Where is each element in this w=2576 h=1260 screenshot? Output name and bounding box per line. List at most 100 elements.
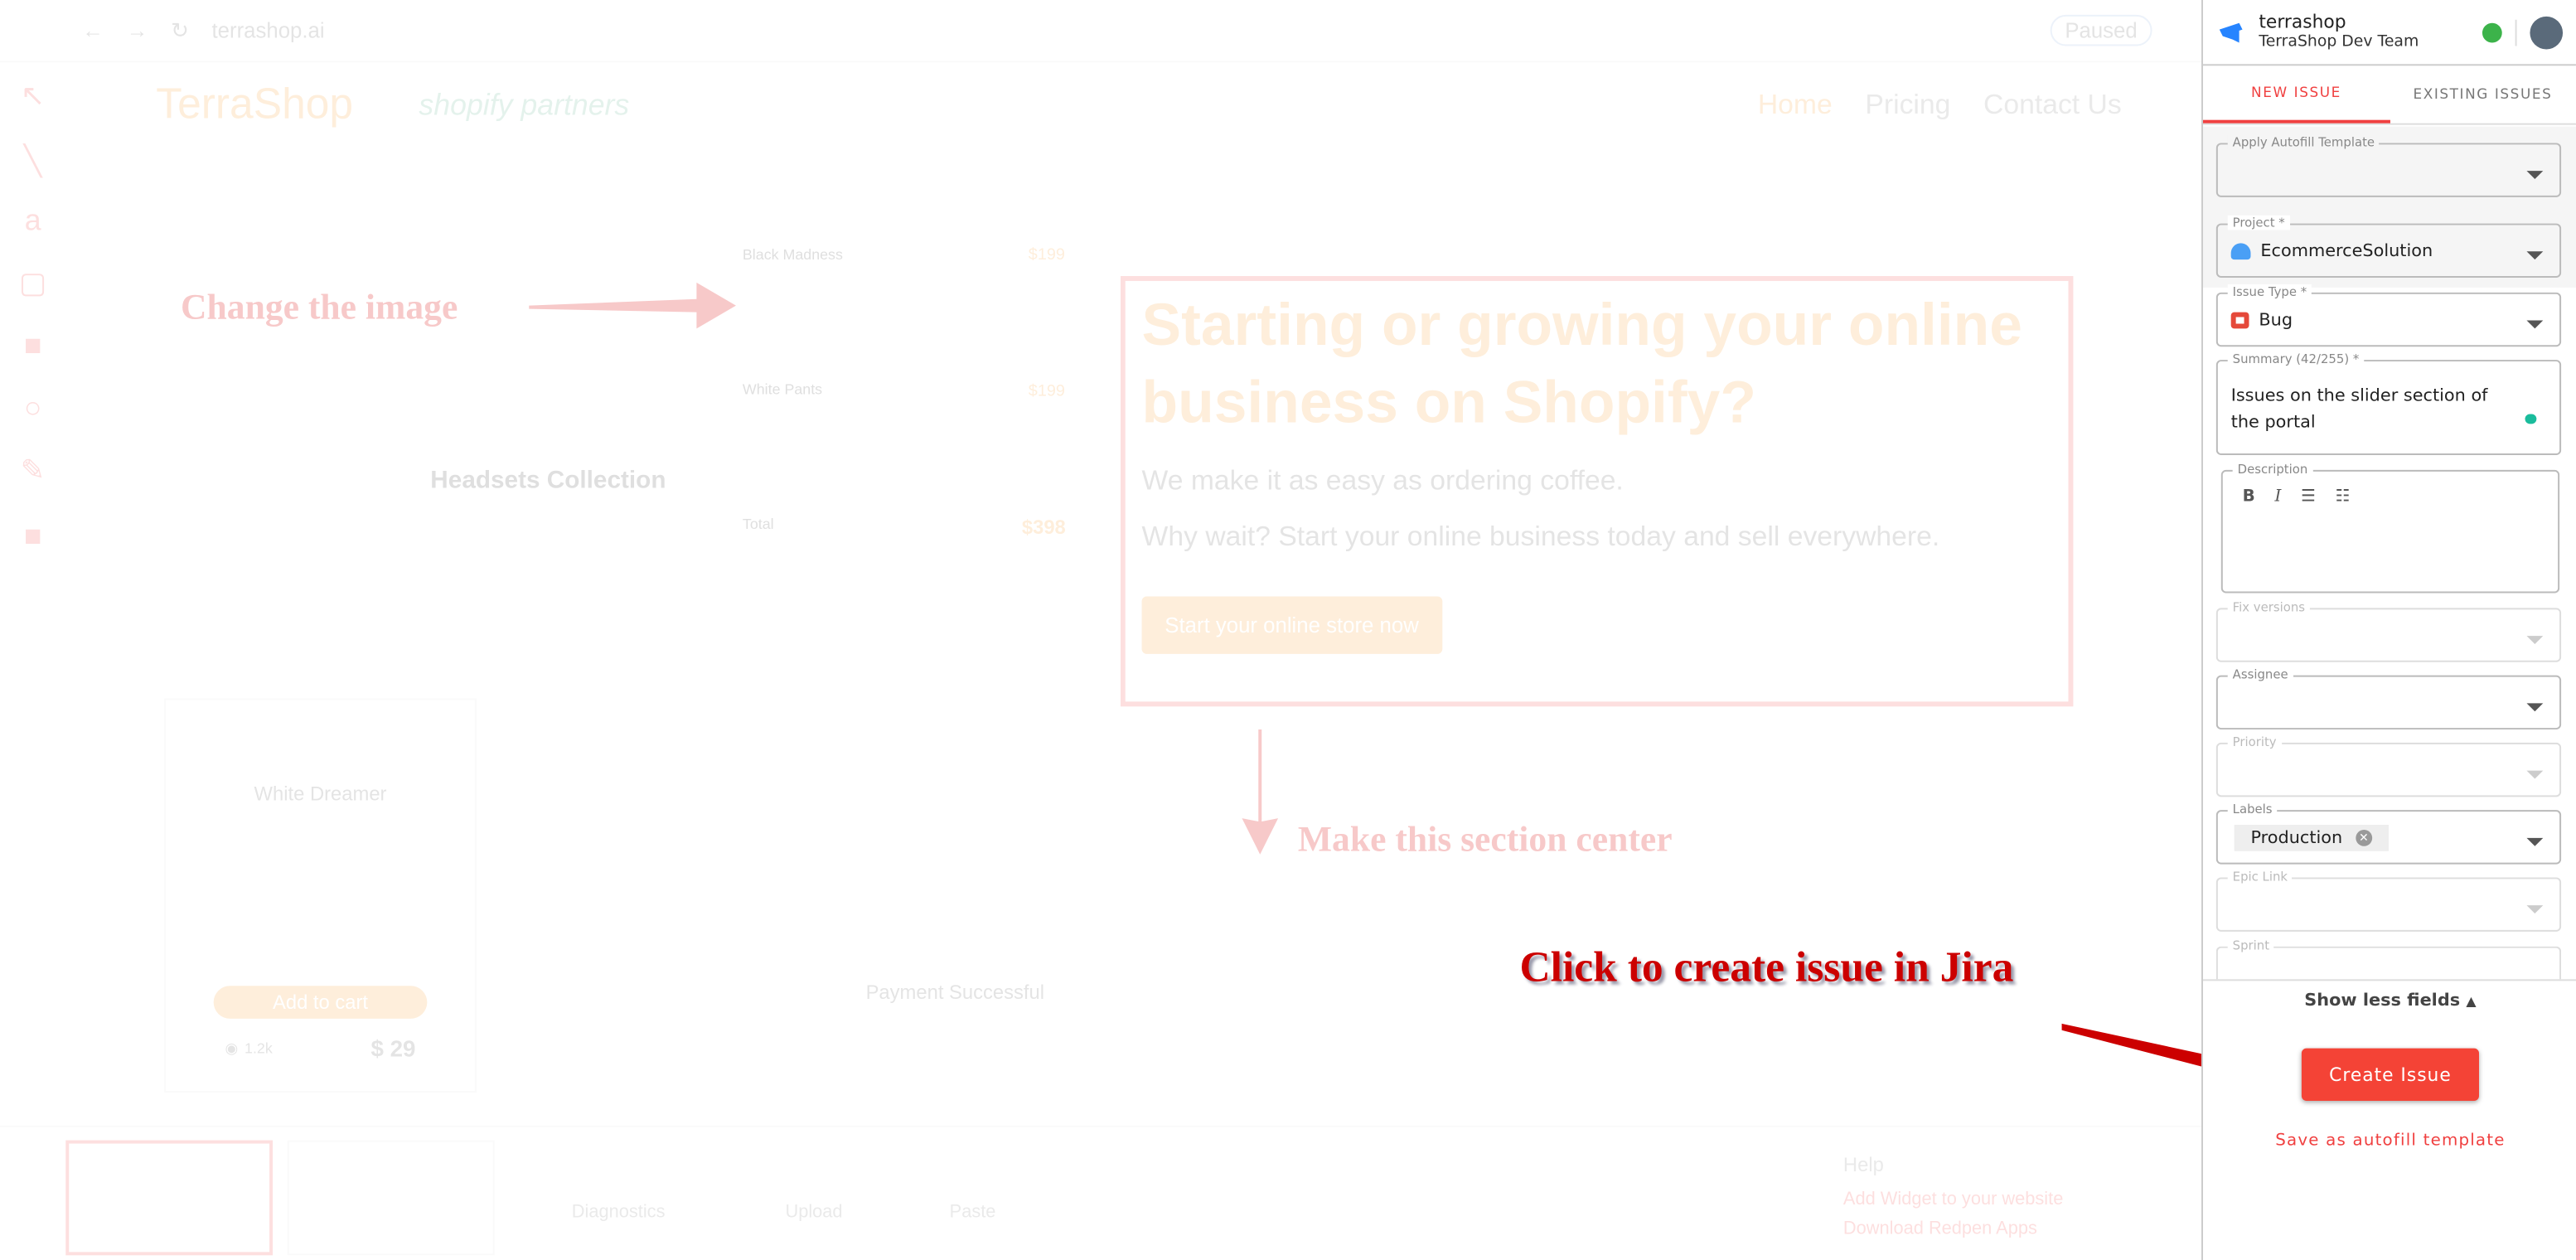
cart-item-price: $199 bbox=[1028, 382, 1065, 401]
project-icon bbox=[2230, 242, 2251, 259]
profile-button[interactable]: Paused bbox=[2050, 14, 2152, 46]
line-tool-icon[interactable]: ╲ bbox=[13, 144, 53, 184]
eye-icon: ◉ bbox=[225, 1039, 239, 1056]
screenshot-thumbnail[interactable] bbox=[287, 1140, 495, 1256]
chevron-down-icon bbox=[2526, 769, 2544, 778]
field-label: Issue Type * bbox=[2227, 284, 2312, 299]
field-label: Project * bbox=[2227, 215, 2290, 230]
issue-type-select[interactable]: Issue Type * Bug bbox=[2215, 284, 2562, 347]
terrashop-logo: TerraShop bbox=[156, 79, 354, 128]
chevron-down-icon bbox=[2526, 319, 2544, 328]
forward-icon[interactable]: → bbox=[127, 18, 148, 43]
epic-link-select[interactable]: Epic Link bbox=[2215, 869, 2562, 932]
card-price: $ 29 bbox=[370, 1035, 416, 1062]
priority-select[interactable]: Priority bbox=[2215, 734, 2562, 797]
labels-select[interactable]: Labels Production ✕ bbox=[2215, 802, 2562, 865]
tab-new-issue[interactable]: NEW ISSUE bbox=[2202, 65, 2390, 124]
color-picker[interactable]: ■ bbox=[13, 519, 53, 559]
paste-button[interactable]: Paste bbox=[950, 1203, 996, 1223]
annotation-arrow bbox=[1242, 729, 1279, 855]
nav-pricing[interactable]: Pricing bbox=[1865, 89, 1950, 120]
screenshot-thumbnail[interactable] bbox=[65, 1140, 274, 1256]
annotation-arrow bbox=[529, 282, 736, 329]
workspace-name: terrashop bbox=[2259, 11, 2346, 33]
field-label: Epic Link bbox=[2227, 869, 2293, 884]
annotation-change-image: Change the image bbox=[181, 285, 458, 327]
save-autofill-template-link[interactable]: Save as autofill template bbox=[2203, 1132, 2576, 1151]
label-chip-text: Production bbox=[2250, 826, 2343, 847]
assignee-select[interactable]: Assignee bbox=[2215, 666, 2562, 730]
diagnostics-button[interactable]: Diagnostics bbox=[572, 1203, 666, 1223]
url-bar[interactable]: terrashop.ai bbox=[212, 18, 325, 43]
description-editor[interactable]: Description B I ☰ ☷ bbox=[2220, 461, 2560, 594]
team-name: TerraShop Dev Team bbox=[2259, 33, 2419, 52]
cart-total-label: Total bbox=[742, 516, 774, 533]
browser-toolbar: ← → ↻ terrashop.ai Paused bbox=[0, 0, 2202, 63]
bug-icon bbox=[2230, 311, 2249, 328]
avatar[interactable] bbox=[2530, 15, 2564, 49]
sprint-select[interactable]: Sprint bbox=[2215, 938, 2562, 980]
chevron-down-icon bbox=[2526, 836, 2544, 846]
field-label: Assignee bbox=[2227, 666, 2293, 682]
grammar-indicator-icon bbox=[2525, 414, 2537, 424]
reload-icon[interactable]: ↻ bbox=[171, 17, 189, 44]
project-select[interactable]: Project * EcommerceSolution bbox=[2215, 215, 2562, 278]
fill-rect-tool-icon[interactable]: ■ bbox=[13, 328, 53, 368]
collection-title: Headsets Collection bbox=[430, 466, 666, 495]
project-value: EcommerceSolution bbox=[2260, 240, 2433, 261]
field-label: Description bbox=[2232, 461, 2313, 477]
help-link[interactable]: Download Redpen Apps bbox=[1843, 1219, 2037, 1239]
tab-existing-issues[interactable]: EXISTING ISSUES bbox=[2390, 65, 2576, 123]
create-issue-button[interactable]: Create Issue bbox=[2301, 1048, 2479, 1102]
bullet-list-icon[interactable]: ☰ bbox=[2301, 488, 2316, 506]
card-views: ◉ 1.2k bbox=[225, 1040, 273, 1058]
jira-logo-icon bbox=[2219, 22, 2243, 42]
caret-up-icon: ▲ bbox=[2466, 994, 2477, 1010]
show-less-fields-button[interactable]: Show less fields ▲ bbox=[2203, 991, 2576, 1010]
cart-total: $398 bbox=[1021, 516, 1066, 540]
chevron-down-icon bbox=[2526, 702, 2544, 711]
help-link[interactable]: Add Widget to your website bbox=[1843, 1190, 2063, 1209]
circle-tool-icon[interactable]: ○ bbox=[13, 391, 53, 431]
divider bbox=[2515, 18, 2517, 46]
hero-cta-button[interactable]: Start your online store now bbox=[1141, 595, 1442, 654]
field-label: Fix versions bbox=[2227, 599, 2310, 615]
italic-icon[interactable]: I bbox=[2274, 488, 2281, 506]
field-label: Apply Autofill Template bbox=[2227, 134, 2380, 150]
issue-type-value: Bug bbox=[2259, 309, 2293, 330]
divider bbox=[2202, 979, 2576, 981]
back-icon[interactable]: ← bbox=[82, 18, 104, 43]
annotation-center-section: Make this section center bbox=[1297, 818, 1673, 860]
nav-home[interactable]: Home bbox=[1758, 89, 1833, 120]
upload-button[interactable]: Upload bbox=[785, 1203, 842, 1223]
nav-contact[interactable]: Contact Us bbox=[1983, 89, 2122, 120]
fix-versions-select[interactable]: Fix versions bbox=[2215, 599, 2562, 662]
summary-input[interactable]: Summary (42/255) * Issues on the slider … bbox=[2215, 351, 2562, 456]
numbered-list-icon[interactable]: ☷ bbox=[2336, 488, 2351, 506]
bold-icon[interactable]: B bbox=[2243, 488, 2255, 506]
annotation-create-issue: Click to create issue in Jira bbox=[1519, 943, 2014, 991]
field-label: Sprint bbox=[2227, 938, 2275, 953]
add-to-cart-button[interactable]: Add to cart bbox=[213, 986, 428, 1019]
remove-chip-icon[interactable]: ✕ bbox=[2356, 828, 2372, 846]
cart-item-price: $199 bbox=[1028, 246, 1065, 265]
card-views-count: 1.2k bbox=[245, 1040, 273, 1057]
field-label: Labels bbox=[2227, 802, 2278, 817]
payment-status: Payment Successful bbox=[865, 981, 1045, 1005]
editor-toolbar: B I ☰ ☷ bbox=[2243, 488, 2351, 506]
card-title: White Dreamer bbox=[254, 782, 387, 806]
summary-value: Issues on the slider section of the port… bbox=[2230, 385, 2488, 432]
rectangle-tool-icon[interactable]: ▢ bbox=[13, 266, 53, 306]
autofill-template-select[interactable]: Apply Autofill Template bbox=[2215, 134, 2562, 197]
chevron-down-icon bbox=[2526, 635, 2544, 643]
label-chip: Production ✕ bbox=[2234, 824, 2389, 850]
field-label: Summary (42/255) * bbox=[2227, 351, 2365, 367]
help-heading: Help bbox=[1842, 1153, 1884, 1177]
pen-tool-icon[interactable]: ✎ bbox=[13, 453, 53, 493]
text-tool-icon[interactable]: a bbox=[13, 204, 53, 244]
chevron-down-icon bbox=[2526, 904, 2544, 914]
select-tool-icon[interactable]: ↖ bbox=[13, 79, 53, 119]
hero-line1: We make it as easy as ordering coffee. bbox=[1141, 464, 1624, 496]
cart-item: White Pants bbox=[742, 380, 823, 398]
chevron-down-icon bbox=[2526, 170, 2544, 179]
